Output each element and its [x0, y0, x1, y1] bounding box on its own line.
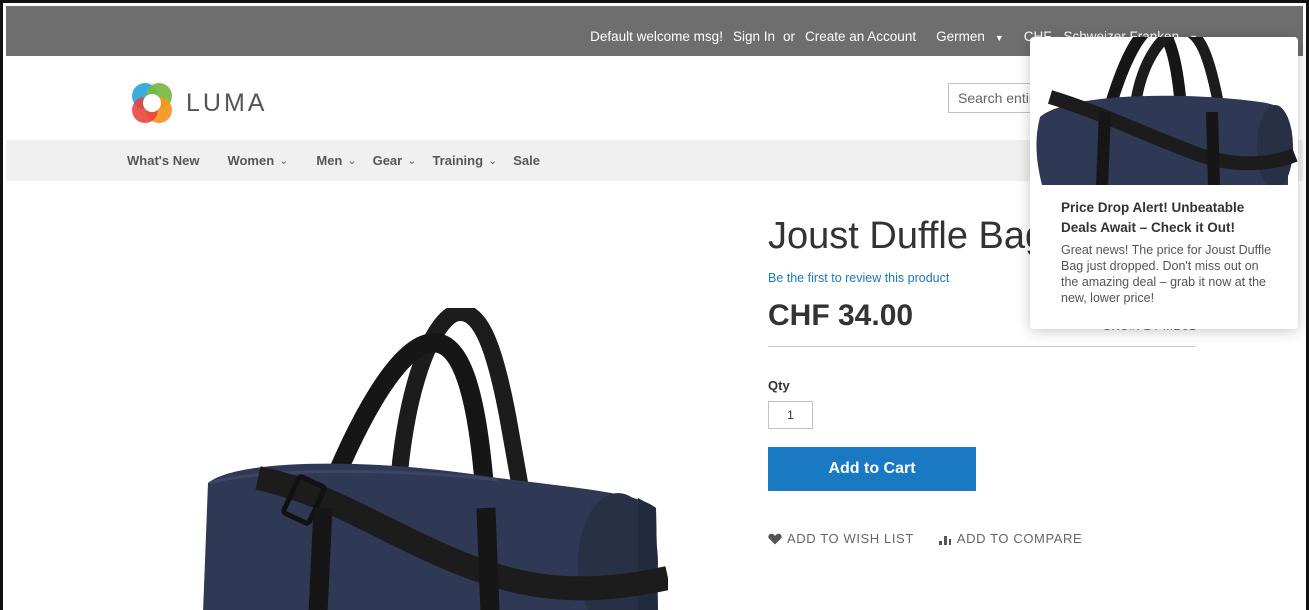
nav-item-women[interactable]: Women ⌄: [227, 153, 288, 168]
chevron-down-icon: ▼: [994, 33, 1004, 43]
compare-icon: [938, 535, 951, 545]
qty-label: Qty: [768, 378, 790, 393]
nav-item-sale[interactable]: Sale: [513, 153, 540, 168]
heart-icon: [768, 533, 782, 544]
wishlist-label: ADD TO WISH LIST: [787, 531, 914, 546]
nav-item-label: Sale: [513, 153, 540, 168]
luma-logo-icon: [132, 83, 172, 123]
welcome-message: Default welcome msg!: [590, 29, 723, 44]
add-to-wishlist-link[interactable]: ADD TO WISH LIST: [768, 531, 914, 546]
nav-item-label: Training: [432, 153, 484, 168]
create-account-link[interactable]: Create an Account: [805, 29, 916, 44]
store-view-label: Germen: [936, 29, 985, 44]
sign-in-link[interactable]: Sign In: [733, 29, 775, 44]
or-text: or: [782, 29, 795, 44]
logo-text: LUMA: [186, 88, 268, 117]
chevron-down-icon: ⌄: [488, 155, 498, 167]
chevron-down-icon: ⌄: [279, 155, 289, 167]
nav-item-gear[interactable]: Gear ⌄: [373, 153, 417, 168]
duffle-bag-image: [203, 304, 671, 610]
price-drop-popup[interactable]: Price Drop Alert! Unbeatable Deals Await…: [1030, 37, 1298, 329]
nav-item-whats-new[interactable]: What's New: [127, 153, 199, 168]
nav-item-label: Men: [316, 153, 343, 168]
review-link[interactable]: Be the first to review this product: [768, 271, 949, 285]
add-to-cart-button[interactable]: Add to Cart: [768, 447, 976, 491]
qty-input[interactable]: 1: [768, 401, 813, 429]
chevron-down-icon: ⌄: [407, 155, 417, 167]
product-price: CHF 34.00: [768, 299, 914, 332]
nav-item-label: Gear: [372, 153, 403, 168]
popup-body: Great news! The price for Joust Duffle B…: [1061, 243, 1272, 305]
compare-label: ADD TO COMPARE: [956, 531, 1083, 546]
store-switcher[interactable]: Germen ▼: [926, 29, 1004, 44]
nav-item-men[interactable]: Men ⌄: [316, 153, 356, 168]
product-actions: ADD TO WISH LIST ADD TO COMPARE: [768, 531, 1106, 546]
popup-product-image: [1030, 37, 1298, 185]
nav-item-label: What's New: [127, 153, 200, 168]
divider: [768, 346, 1195, 347]
product-image[interactable]: [198, 304, 671, 610]
product-title: Joust Duffle Bag: [768, 215, 1047, 257]
page-frame: Default welcome msg! Sign In or Create a…: [0, 0, 1309, 610]
popup-title: Price Drop Alert! Unbeatable Deals Await…: [1061, 200, 1245, 235]
nav-item-training[interactable]: Training ⌄: [432, 153, 497, 168]
chevron-down-icon: ⌄: [347, 155, 357, 167]
nav-item-label: Women: [227, 153, 275, 168]
logo[interactable]: LUMA: [128, 79, 267, 127]
add-to-compare-link[interactable]: ADD TO COMPARE: [938, 531, 1082, 546]
